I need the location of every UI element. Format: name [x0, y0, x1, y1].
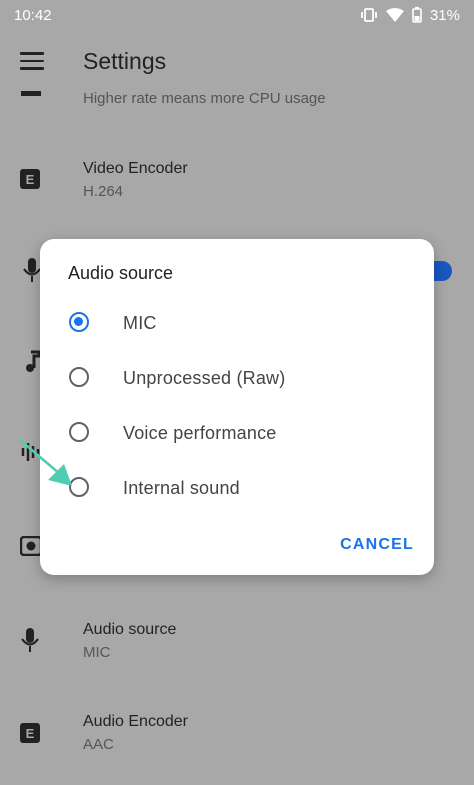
mic-icon	[20, 628, 46, 654]
vibrate-icon	[361, 8, 377, 22]
encoder-icon: E	[20, 169, 46, 195]
wifi-icon	[385, 8, 404, 22]
settings-row-video-encoder[interactable]: E Video Encoder H.264	[0, 150, 474, 210]
radio-unselected-icon[interactable]	[69, 367, 89, 387]
dialog-title: Audio source	[68, 263, 174, 283]
row-title: Video Encoder	[83, 160, 188, 177]
menu-icon[interactable]	[20, 52, 44, 70]
option-label: Voice performance	[123, 423, 277, 443]
app-bar: Settings	[0, 30, 474, 92]
row-title: Audio source	[83, 621, 177, 638]
bitrate-icon	[20, 88, 46, 114]
status-bar: 10:42 31%	[0, 0, 474, 30]
option-internal-sound[interactable]: Internal sound	[40, 463, 434, 513]
option-voice-performance[interactable]: Voice performance	[40, 408, 434, 458]
row-subtitle: MIC	[83, 644, 111, 661]
settings-row-audio-encoder[interactable]: E Audio Encoder AAC	[0, 704, 474, 764]
row-subtitle: Higher rate means more CPU usage	[83, 90, 326, 107]
option-mic[interactable]: MIC	[40, 298, 434, 348]
page-title: Settings	[83, 48, 167, 74]
row-subtitle: AAC	[83, 736, 114, 753]
row-title: Audio Encoder	[83, 713, 188, 730]
cancel-button[interactable]: CANCEL	[340, 536, 414, 554]
battery-percent: 31%	[429, 6, 460, 24]
battery-icon	[412, 7, 422, 23]
status-icons: 31%	[360, 7, 460, 24]
option-unprocessed[interactable]: Unprocessed (Raw)	[40, 353, 434, 403]
settings-row-audio-source[interactable]: Audio source MIC	[0, 612, 474, 672]
mic-icon	[23, 258, 41, 282]
settings-row-bitrate[interactable]: Higher rate means more CPU usage	[0, 84, 474, 124]
option-label: MIC	[123, 313, 157, 333]
audio-source-dialog: Audio source MIC Unprocessed (Raw) Voice…	[40, 239, 434, 575]
status-time: 10:42	[14, 6, 52, 24]
encoder-icon: E	[20, 723, 46, 749]
row-subtitle: H.264	[83, 183, 124, 200]
music-note-icon	[26, 350, 41, 372]
option-label: Unprocessed (Raw)	[123, 368, 286, 388]
radio-selected-icon[interactable]	[69, 312, 89, 332]
screen-record-icon	[20, 536, 42, 556]
option-label: Internal sound	[123, 478, 240, 498]
pointer-arrow-icon	[19, 439, 72, 486]
